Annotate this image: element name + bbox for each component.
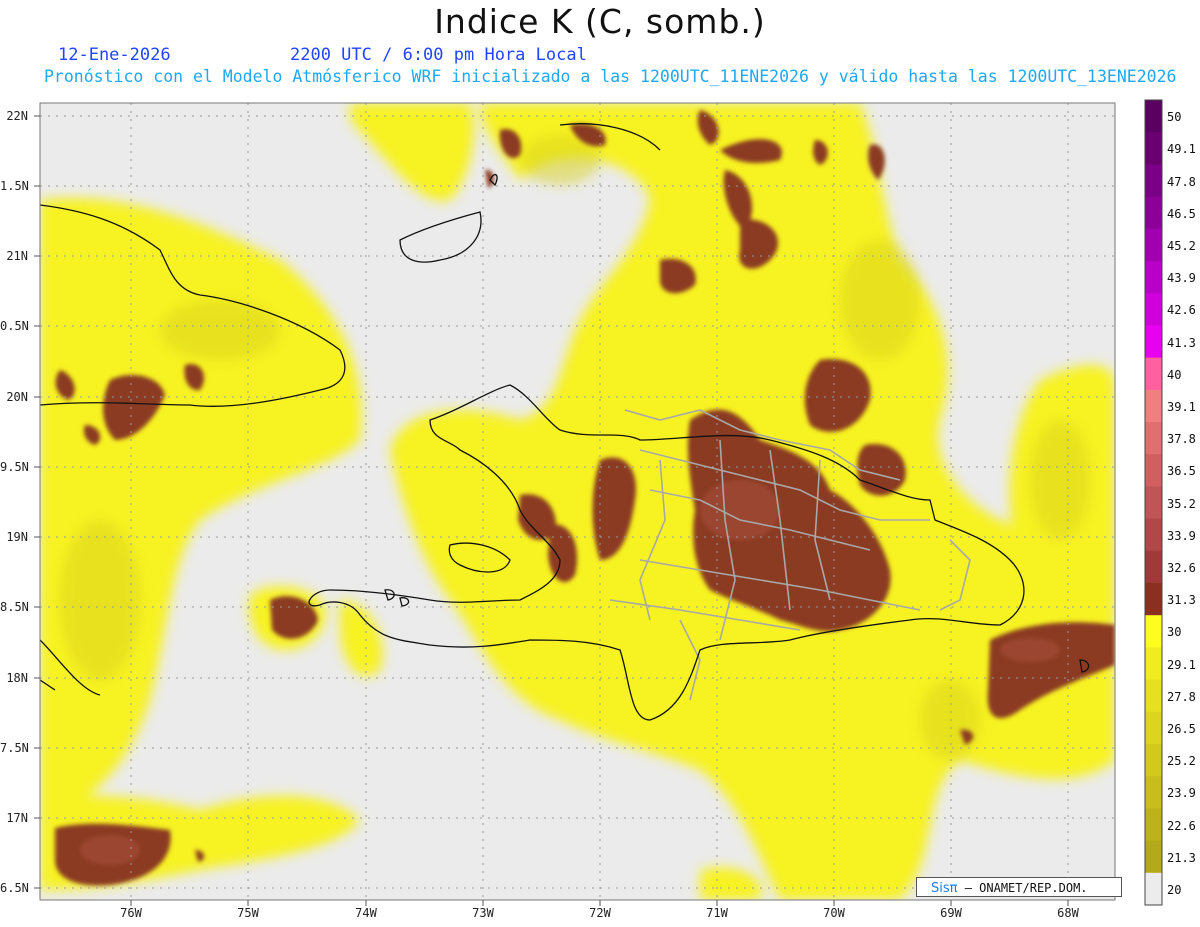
colorbar-label: 36.5 (1167, 464, 1196, 479)
colorbar (1145, 100, 1162, 906)
sispi-logo: Sisπ (931, 881, 958, 896)
y-tick-label: 18N (6, 671, 28, 685)
colorbar-segment (1145, 744, 1162, 777)
x-tick-label: 68W (1057, 906, 1079, 920)
colorbar-segment (1145, 679, 1162, 713)
x-tick-label: 73W (472, 906, 494, 920)
colorbar-label: 25.2 (1167, 754, 1196, 769)
colorbar-segment (1145, 293, 1162, 326)
colorbar-label: 46.5 (1167, 206, 1196, 221)
x-tick-label: 69W (940, 906, 962, 920)
colorbar-segment (1145, 325, 1162, 359)
colorbar-segment (1145, 583, 1162, 616)
colorbar-label: 40 (1167, 367, 1182, 382)
colorbar-label: 50 (1167, 110, 1182, 125)
y-tick-label: 20N (6, 390, 28, 404)
colorbar-segment (1145, 518, 1162, 552)
y-tick-label: 22N (6, 109, 28, 123)
map-canvas (34, 99, 1163, 906)
colorbar-segment (1145, 357, 1162, 391)
colorbar-segment (1145, 228, 1162, 262)
x-tick-label: 71W (706, 906, 728, 920)
x-tick-label: 75W (237, 906, 259, 920)
colorbar-label: 37.8 (1167, 432, 1196, 447)
y-tick-label: 17N (6, 811, 28, 825)
x-tick-label: 72W (589, 906, 611, 920)
colorbar-label: 31.3 (1167, 593, 1196, 608)
colorbar-segment (1145, 808, 1162, 842)
colorbar-label: 35.2 (1167, 496, 1196, 511)
y-tick-label: 1.5N (0, 179, 29, 193)
colorbar-label: 45.2 (1167, 238, 1196, 253)
y-tick-label: 21N (6, 249, 28, 263)
colorbar-segment (1145, 454, 1162, 487)
colorbar-label: 41.3 (1167, 335, 1196, 350)
y-tick-label: 6.5N (0, 881, 29, 895)
colorbar-label: 22.6 (1167, 818, 1196, 833)
colorbar-segment (1145, 261, 1162, 294)
y-tick-label: 9.5N (0, 460, 29, 474)
y-tick-label: 19N (6, 530, 28, 544)
colorbar-segment (1145, 615, 1162, 648)
colorbar-segment (1145, 389, 1162, 423)
colorbar-label: 47.8 (1167, 174, 1196, 189)
colorbar-segment (1145, 100, 1162, 133)
colorbar-segment (1145, 711, 1162, 745)
colorbar-label: 42.6 (1167, 303, 1196, 318)
x-tick-label: 76W (120, 906, 142, 920)
colorbar-label: 27.8 (1167, 689, 1196, 704)
colorbar-segment (1145, 647, 1162, 681)
y-tick-label: 7.5N (0, 741, 29, 755)
colorbar-label: 39.1 (1167, 399, 1196, 414)
x-tick-label: 74W (355, 906, 377, 920)
colorbar-segment (1145, 840, 1162, 874)
colorbar-segment (1145, 196, 1162, 230)
credit-text: – ONAMET/REP.DOM. (964, 881, 1088, 895)
colorbar-segment (1145, 164, 1162, 198)
colorbar-segment (1145, 132, 1162, 165)
colorbar-segment (1145, 872, 1162, 906)
credit-box: Sisπ – ONAMET/REP.DOM. (916, 877, 1122, 897)
colorbar-label: 33.9 (1167, 528, 1196, 543)
y-tick-label: 0.5N (0, 319, 29, 333)
colorbar-label: 21.3 (1167, 850, 1196, 865)
colorbar-label: 23.9 (1167, 786, 1196, 801)
colorbar-segment (1145, 422, 1162, 455)
colorbar-label: 49.1 (1167, 142, 1196, 157)
colorbar-label: 20 (1167, 882, 1182, 897)
colorbar-segment (1145, 486, 1162, 520)
colorbar-label: 26.5 (1167, 721, 1196, 736)
colorbar-segment (1145, 550, 1162, 584)
colorbar-label: 32.6 (1167, 560, 1196, 575)
y-tick-label: 8.5N (0, 600, 29, 614)
colorbar-label: 29.1 (1167, 657, 1196, 672)
colorbar-label: 43.9 (1167, 271, 1196, 286)
x-tick-label: 70W (823, 906, 845, 920)
colorbar-segment (1145, 776, 1162, 809)
colorbar-label: 30 (1167, 625, 1182, 640)
